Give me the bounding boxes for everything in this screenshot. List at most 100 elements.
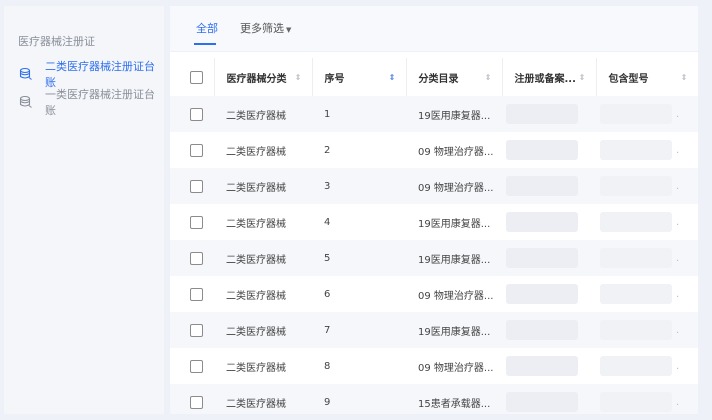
cell-model: . [596,384,698,414]
cell-directory: 09 物理治疗器... [418,182,494,194]
more-filters-label: 更多筛选 [240,22,284,35]
placeholder-block [600,212,672,232]
cell-category: 二类医疗器械 [226,218,286,230]
overflow-dot: . [676,253,680,264]
cell-directory: 19医用康复器... [418,326,491,338]
table-row[interactable]: 二类医疗器械 3 09 物理治疗器.... [170,168,698,204]
cell-seq: 9 [324,396,331,408]
placeholder-block [600,356,672,376]
placeholder-block [506,212,578,232]
header-label: 包含型号 [608,73,649,85]
row-select-cell[interactable] [170,348,214,384]
cell-registration [502,168,596,204]
row-select-cell[interactable] [170,96,214,132]
row-checkbox[interactable] [190,359,203,373]
row-checkbox[interactable] [190,323,203,337]
sort-icon[interactable]: ⇕ [485,73,492,82]
table-row[interactable]: 二类医疗器械 2 09 物理治疗器.... [170,132,698,168]
table-row[interactable]: 二类医疗器械 8 09 物理治疗器.... [170,348,698,384]
sort-icon[interactable]: ⇕ [579,73,586,82]
row-checkbox[interactable] [190,395,203,409]
database-icon [19,95,33,109]
row-select-cell[interactable] [170,240,214,276]
cell-model: . [596,168,698,204]
cell-seq: 8 [324,360,331,372]
ledger-table: 医疗器械分类 ⇕ 序号 ⇕ 分类目录 ⇕ 注册或备案... ⇕ 包含型号 ⇕ 二类医疗器械… [170,58,698,414]
placeholder-block [600,248,672,268]
cell-registration [502,204,596,240]
tab-active-indicator [194,43,216,45]
row-checkbox[interactable] [190,251,203,265]
cell-registration [502,384,596,414]
tab-more-filters[interactable]: 更多筛选 ▼ [240,20,291,36]
database-icon [19,67,33,81]
cell-category: 二类医疗器械 [226,110,286,122]
sort-icon[interactable]: ⇕ [681,73,688,82]
overflow-dot: . [676,289,680,300]
placeholder-block [600,140,672,160]
header-registration[interactable]: 注册或备案... ⇕ [502,58,597,96]
overflow-dot: . [676,109,680,120]
header-label: 注册或备案... [514,73,576,85]
overflow-dot: . [676,181,680,192]
sidebar-title: 医疗器械注册证 [18,35,95,48]
row-select-cell[interactable] [170,168,214,204]
cell-directory: 15患者承载器... [418,398,491,410]
header-label: 序号 [324,73,345,85]
cell-seq: 7 [324,324,331,336]
main-panel: 全部 更多筛选 ▼ 医疗器械分类 ⇕ 序号 ⇕ 分类目录 ⇕ 注册或备案... ⇕ 包含型… [170,6,698,414]
caret-down-icon: ▼ [286,26,292,34]
header-directory[interactable]: 分类目录 ⇕ [406,58,503,96]
placeholder-block [506,140,578,160]
cell-seq: 3 [324,180,331,192]
table-row[interactable]: 二类医疗器械 5 19医用康复器.... [170,240,698,276]
overflow-dot: . [676,325,680,336]
cell-seq: 4 [324,216,331,228]
cell-directory: 09 物理治疗器... [418,362,494,374]
row-checkbox[interactable] [190,215,203,229]
table-row[interactable]: 二类医疗器械 7 19医用康复器.... [170,312,698,348]
tab-all[interactable]: 全部 [196,20,218,36]
table-body: 二类医疗器械 1 19医用康复器.... 二类医疗器械 2 09 物理治疗器.... 二类医… [170,96,698,414]
row-select-cell[interactable] [170,204,214,240]
cell-registration [502,96,596,132]
cell-model: . [596,204,698,240]
sidebar: 医疗器械注册证 二类医疗器械注册证台账 一类医疗器械注册证台账 [4,6,164,414]
row-checkbox[interactable] [190,287,203,301]
placeholder-block [506,284,578,304]
select-all-checkbox[interactable] [190,70,203,84]
row-checkbox[interactable] [190,107,203,121]
cell-category: 二类医疗器械 [226,146,286,158]
placeholder-block [506,320,578,340]
table-row[interactable]: 二类医疗器械 1 19医用康复器.... [170,96,698,132]
table-row[interactable]: 二类医疗器械 9 15患者承载器.... [170,384,698,414]
sort-icon[interactable]: ⇕ [295,73,302,82]
sidebar-item-class1-ledger[interactable]: 一类医疗器械注册证台账 [4,88,164,117]
row-select-cell[interactable] [170,276,214,312]
header-select-all[interactable] [170,58,215,96]
row-select-cell[interactable] [170,312,214,348]
cell-registration [502,276,596,312]
cell-category: 二类医疗器械 [226,254,286,266]
cell-registration [502,312,596,348]
sort-icon[interactable]: ⇕ [389,73,396,82]
row-select-cell[interactable] [170,384,214,414]
header-category[interactable]: 医疗器械分类 ⇕ [214,58,313,96]
row-checkbox[interactable] [190,179,203,193]
table-row[interactable]: 二类医疗器械 4 19医用康复器.... [170,204,698,240]
cell-registration [502,348,596,384]
placeholder-block [506,104,578,124]
overflow-dot: . [676,397,680,408]
row-checkbox[interactable] [190,143,203,157]
table-row[interactable]: 二类医疗器械 6 09 物理治疗器.... [170,276,698,312]
header-model[interactable]: 包含型号 ⇕ [596,58,698,96]
placeholder-block [600,284,672,304]
sidebar-item-class2-ledger[interactable]: 二类医疗器械注册证台账 [4,60,164,89]
header-seq[interactable]: 序号 ⇕ [312,58,407,96]
placeholder-block [506,356,578,376]
cell-directory: 09 物理治疗器... [418,146,494,158]
row-select-cell[interactable] [170,132,214,168]
filter-tabs: 全部 更多筛选 ▼ [170,6,698,52]
cell-model: . [596,132,698,168]
cell-category: 二类医疗器械 [226,326,286,338]
